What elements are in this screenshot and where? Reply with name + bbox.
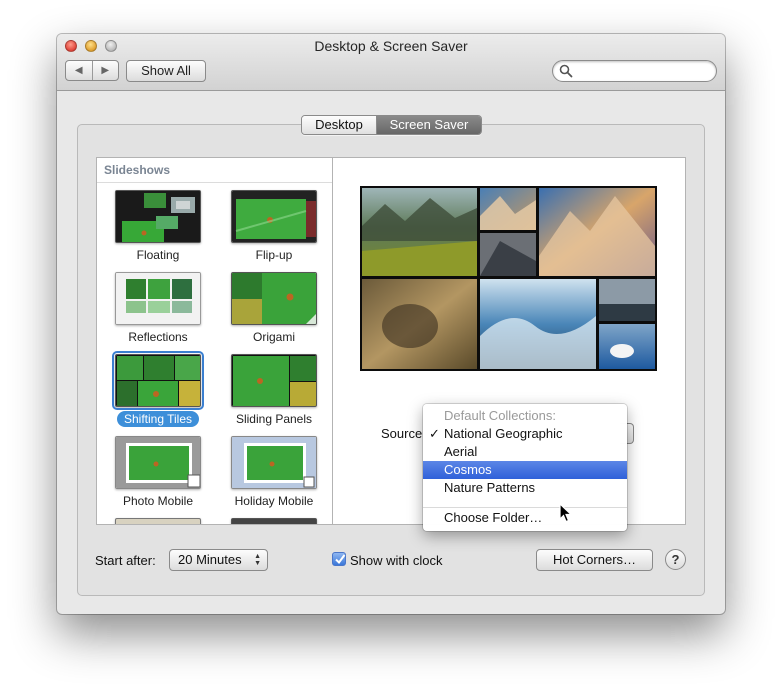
checkmark-icon bbox=[335, 554, 346, 565]
photo-mosaic-preview bbox=[360, 186, 657, 371]
slideshow-item-sliding-panels[interactable]: Sliding Panels bbox=[219, 354, 329, 427]
partial-thumbnail bbox=[231, 518, 317, 524]
slideshow-list[interactable]: Slideshows Floating Flip-up Reflections … bbox=[96, 157, 333, 525]
checkmark-icon: ✓ bbox=[429, 426, 440, 441]
slideshow-label-holiday-mobile: Holiday Mobile bbox=[234, 494, 314, 508]
search-field[interactable] bbox=[552, 60, 717, 82]
tab-bar: Desktop Screen Saver bbox=[301, 115, 482, 135]
photo-mobile-thumbnail bbox=[115, 436, 201, 489]
show-clock-label: Show with clock bbox=[350, 553, 443, 568]
show-clock-checkbox[interactable] bbox=[332, 552, 346, 566]
tab-desktop[interactable]: Desktop bbox=[302, 116, 377, 134]
menu-separator bbox=[423, 507, 627, 508]
menu-item-label: National Geographic bbox=[444, 426, 563, 441]
menu-section-header: Default Collections: bbox=[444, 408, 556, 423]
slideshow-item-origami[interactable]: Origami bbox=[219, 272, 329, 345]
slideshow-label-flip-up: Flip-up bbox=[255, 248, 293, 262]
back-forward-control: ◀ ▶ bbox=[65, 60, 119, 81]
mouse-pointer-icon bbox=[559, 503, 573, 523]
start-after-popup[interactable]: 20 Minutes ▲ ▼ bbox=[169, 549, 268, 571]
start-after-value: 20 Minutes bbox=[178, 552, 242, 567]
list-divider bbox=[97, 182, 332, 183]
slideshow-item-holiday-mobile[interactable]: Holiday Mobile bbox=[219, 436, 329, 509]
back-arrow-icon[interactable]: ◀ bbox=[66, 61, 92, 80]
slideshow-item-shifting-tiles[interactable]: Shifting Tiles bbox=[103, 351, 213, 427]
reflections-thumbnail bbox=[115, 272, 201, 325]
search-icon bbox=[559, 64, 573, 78]
slideshow-label-photo-mobile: Photo Mobile bbox=[122, 494, 194, 508]
sliding-panels-thumbnail bbox=[231, 354, 317, 407]
preferences-window: Desktop & Screen Saver ◀ ▶ Show All Desk… bbox=[57, 34, 725, 614]
slideshow-item-photo-mobile[interactable]: Photo Mobile bbox=[103, 436, 213, 509]
menu-item-choose-folder[interactable]: Choose Folder… bbox=[423, 509, 627, 527]
holiday-mobile-thumbnail bbox=[231, 436, 317, 489]
shifting-tiles-thumbnail bbox=[112, 351, 204, 410]
window-title: Desktop & Screen Saver bbox=[314, 38, 468, 54]
slideshow-item-reflections[interactable]: Reflections bbox=[103, 272, 213, 345]
forward-arrow-icon[interactable]: ▶ bbox=[91, 61, 119, 80]
title-bar: Desktop & Screen Saver ◀ ▶ Show All bbox=[57, 34, 725, 91]
help-button[interactable]: ? bbox=[665, 549, 686, 570]
slideshow-label-shifting-tiles: Shifting Tiles bbox=[116, 411, 200, 427]
up-down-arrows-icon: ▲ ▼ bbox=[254, 553, 261, 567]
slideshow-item-flip-up[interactable]: Flip-up bbox=[219, 190, 329, 263]
partial-thumbnail bbox=[115, 518, 201, 524]
start-after-label: Start after: bbox=[95, 553, 156, 568]
menu-item-national-geographic[interactable]: ✓ National Geographic bbox=[423, 425, 627, 443]
slideshow-label-floating: Floating bbox=[136, 248, 180, 262]
tab-screen-saver[interactable]: Screen Saver bbox=[377, 116, 481, 134]
slideshow-item-partial[interactable] bbox=[103, 518, 213, 524]
slideshow-label-reflections: Reflections bbox=[128, 330, 188, 344]
floating-thumbnail bbox=[115, 190, 201, 243]
list-header: Slideshows bbox=[104, 163, 171, 177]
origami-thumbnail bbox=[231, 272, 317, 325]
source-label: Source bbox=[381, 426, 423, 441]
source-dropdown-menu: Default Collections: ✓ National Geograph… bbox=[423, 404, 627, 531]
slideshow-label-origami: Origami bbox=[252, 330, 295, 344]
show-all-button[interactable]: Show All bbox=[126, 60, 206, 82]
hot-corners-button[interactable]: Hot Corners… bbox=[536, 549, 653, 571]
slideshow-item-partial[interactable] bbox=[219, 518, 329, 524]
search-input[interactable] bbox=[575, 63, 710, 79]
menu-item-cosmos[interactable]: Cosmos bbox=[423, 461, 627, 479]
menu-item-aerial[interactable]: Aerial bbox=[423, 443, 627, 461]
menu-item-nature-patterns[interactable]: Nature Patterns bbox=[423, 479, 627, 497]
slideshow-item-floating[interactable]: Floating bbox=[103, 190, 213, 263]
slideshow-label-sliding-panels: Sliding Panels bbox=[235, 412, 313, 426]
flip-up-thumbnail bbox=[231, 190, 317, 243]
